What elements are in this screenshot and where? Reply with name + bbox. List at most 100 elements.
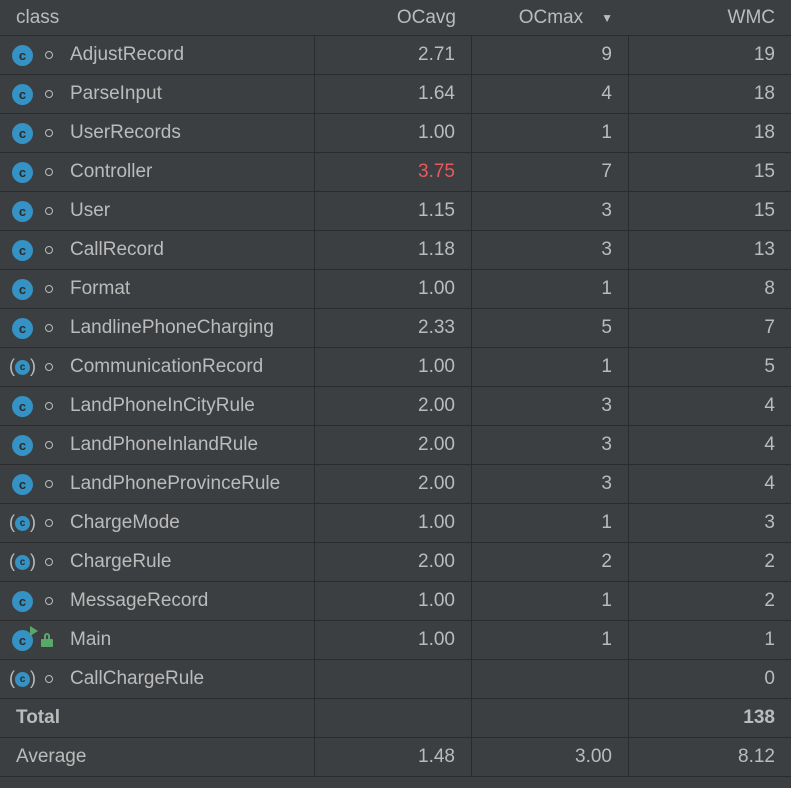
class-icon: c xyxy=(12,317,33,339)
wmc-cell: 7 xyxy=(764,317,775,338)
class-cell: c LandPhoneProvinceRule xyxy=(0,465,315,503)
wmc-cell: 4 xyxy=(764,434,775,455)
column-header-class[interactable]: class xyxy=(0,0,315,35)
average-ocavg: 1.48 xyxy=(315,738,472,776)
class-icon: c xyxy=(12,200,33,222)
class-name: MessageRecord xyxy=(70,590,209,611)
class-name: ChargeRule xyxy=(70,551,172,572)
wmc-cell: 19 xyxy=(753,44,775,65)
class-cell: c MessageRecord xyxy=(0,582,315,620)
ocavg-cell: 2.00 xyxy=(315,465,472,503)
class-name: ParseInput xyxy=(70,83,162,104)
class-name: Format xyxy=(70,278,131,299)
column-header-ocavg[interactable]: OCavg xyxy=(315,0,472,35)
class-icon: c xyxy=(12,395,33,417)
wmc-cell: 2 xyxy=(764,590,775,611)
ocmax-cell: 3 xyxy=(472,465,629,503)
total-row[interactable]: Total 138 xyxy=(0,699,791,738)
table-row[interactable]: (c) ChargeRule 2.00 2 2 xyxy=(0,543,791,582)
wmc-cell: 5 xyxy=(764,356,775,377)
table-row[interactable]: (c) CallChargeRule 0 xyxy=(0,660,791,699)
class-icon: c xyxy=(12,473,33,495)
class-icon: c xyxy=(12,590,33,612)
visibility-dot-icon xyxy=(45,558,53,566)
ocavg-cell: 1.64 xyxy=(315,75,472,113)
ocavg-cell: 1.00 xyxy=(315,582,472,620)
abstract-class-icon: (c) xyxy=(9,511,36,532)
wmc-cell: 15 xyxy=(753,161,775,182)
average-ocmax: 3.00 xyxy=(472,738,629,776)
ocmax-cell: 3 xyxy=(472,426,629,464)
ocmax-cell xyxy=(472,660,629,698)
table-body: c AdjustRecord 2.71 9 19 c ParseInput 1.64 4 18 c U… xyxy=(0,36,791,699)
metrics-table: class OCavg OCmax ▼ WMC c AdjustRecord 2.7… xyxy=(0,0,791,777)
class-name: LandlinePhoneCharging xyxy=(70,317,274,338)
class-cell: c UserRecords xyxy=(0,114,315,152)
class-icon: c xyxy=(12,278,33,300)
table-header: class OCavg OCmax ▼ WMC xyxy=(0,0,791,36)
table-row[interactable]: c LandPhoneInlandRule 2.00 3 4 xyxy=(0,426,791,465)
class-icon: c xyxy=(12,122,33,144)
ocmax-cell: 1 xyxy=(472,504,629,542)
table-row[interactable]: c MessageRecord 1.00 1 2 xyxy=(0,582,791,621)
sort-descending-icon: ▼ xyxy=(601,10,613,25)
table-row[interactable]: c User 1.15 3 15 xyxy=(0,192,791,231)
class-cell: (c) CallChargeRule xyxy=(0,660,315,698)
abstract-class-icon: (c) xyxy=(9,355,36,376)
table-row[interactable]: c Format 1.00 1 8 xyxy=(0,270,791,309)
table-row[interactable]: c LandPhoneProvinceRule 2.00 3 4 xyxy=(0,465,791,504)
average-row[interactable]: Average 1.48 3.00 8.12 xyxy=(0,738,791,777)
ocmax-cell: 1 xyxy=(472,348,629,386)
class-cell: c Controller xyxy=(0,153,315,191)
class-name: CallChargeRule xyxy=(70,668,205,689)
ocmax-cell: 3 xyxy=(472,192,629,230)
table-row[interactable]: (c) CommunicationRecord 1.00 1 5 xyxy=(0,348,791,387)
total-wmc: 138 xyxy=(743,707,775,728)
visibility-dot-icon xyxy=(45,129,53,137)
class-icon: c xyxy=(12,434,33,456)
table-row[interactable]: (c) ChargeMode 1.00 1 3 xyxy=(0,504,791,543)
table-row[interactable]: c LandPhoneInCityRule 2.00 3 4 xyxy=(0,387,791,426)
class-name: CallRecord xyxy=(70,239,164,260)
wmc-cell: 13 xyxy=(753,239,775,260)
class-cell: c Main xyxy=(0,621,315,659)
table-row[interactable]: c LandlinePhoneCharging 2.33 5 7 xyxy=(0,309,791,348)
wmc-cell: 18 xyxy=(753,83,775,104)
class-cell: c Format xyxy=(0,270,315,308)
ocavg-cell: 2.33 xyxy=(315,309,472,347)
wmc-cell: 0 xyxy=(764,668,775,689)
wmc-cell: 8 xyxy=(764,278,775,299)
wmc-cell: 2 xyxy=(764,551,775,572)
wmc-cell: 4 xyxy=(764,395,775,416)
column-header-wmc[interactable]: WMC xyxy=(629,0,791,35)
visibility-dot-icon xyxy=(45,168,53,176)
table-row[interactable]: c Main 1.00 1 1 xyxy=(0,621,791,660)
abstract-class-icon: (c) xyxy=(9,550,36,571)
class-cell: c LandlinePhoneCharging xyxy=(0,309,315,347)
table-row[interactable]: c ParseInput 1.64 4 18 xyxy=(0,75,791,114)
ocmax-cell: 3 xyxy=(472,231,629,269)
average-label: Average xyxy=(0,738,315,776)
ocmax-cell: 1 xyxy=(472,270,629,308)
column-header-ocmax[interactable]: OCmax ▼ xyxy=(472,0,629,35)
class-name: ChargeMode xyxy=(70,512,180,533)
class-cell: (c) CommunicationRecord xyxy=(0,348,315,386)
table-row[interactable]: c AdjustRecord 2.71 9 19 xyxy=(0,36,791,75)
table-row[interactable]: c UserRecords 1.00 1 18 xyxy=(0,114,791,153)
table-row[interactable]: c CallRecord 1.18 3 13 xyxy=(0,231,791,270)
ocavg-cell: 2.71 xyxy=(315,36,472,74)
visibility-dot-icon xyxy=(45,363,53,371)
table-row[interactable]: c Controller 3.75 7 15 xyxy=(0,153,791,192)
class-name: LandPhoneInlandRule xyxy=(70,434,259,455)
ocavg-cell: 2.00 xyxy=(315,543,472,581)
visibility-dot-icon xyxy=(45,51,53,59)
ocmax-cell: 7 xyxy=(472,153,629,191)
average-wmc: 8.12 xyxy=(738,746,775,767)
class-cell: c User xyxy=(0,192,315,230)
ocmax-cell: 1 xyxy=(472,621,629,659)
wmc-cell: 3 xyxy=(764,512,775,533)
class-cell: c CallRecord xyxy=(0,231,315,269)
wmc-cell: 15 xyxy=(753,200,775,221)
visibility-dot-icon xyxy=(45,324,53,332)
class-name: User xyxy=(70,200,111,221)
